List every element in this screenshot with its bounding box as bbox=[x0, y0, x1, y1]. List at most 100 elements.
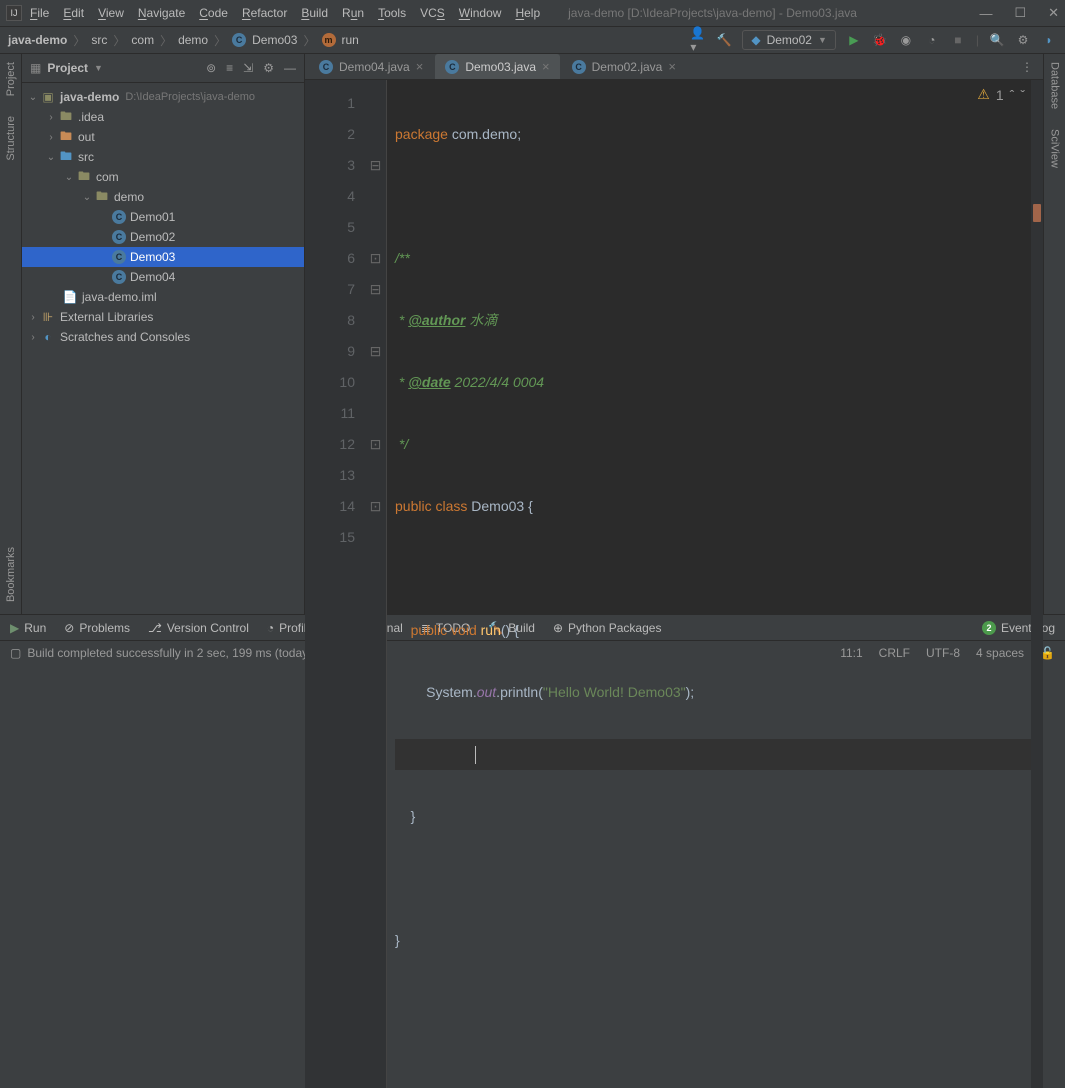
project-tool-tab[interactable]: Project bbox=[5, 62, 17, 96]
code-content[interactable]: package com.demo; /** * @author 水滴 * @da… bbox=[387, 80, 1043, 1088]
chevron-right-icon[interactable]: › bbox=[44, 112, 58, 123]
database-tool-tab[interactable]: Database bbox=[1049, 62, 1061, 109]
tree-src[interactable]: ⌄ 🖿 src bbox=[22, 147, 304, 167]
tab-demo02[interactable]: C Demo02.java × bbox=[562, 54, 686, 79]
menu-file[interactable]: File bbox=[30, 6, 49, 20]
chevron-right-icon: 〉 bbox=[214, 32, 226, 49]
close-tab-icon[interactable]: × bbox=[542, 59, 550, 74]
project-panel-title: Project bbox=[47, 61, 88, 75]
code-editor[interactable]: 1 2 3 4 5 6 7 8 9 10 11 12 13 14 15 ⊟ ⊡⊟… bbox=[305, 80, 1043, 1088]
editor-tabs: C Demo04.java × C Demo03.java × C Demo02… bbox=[305, 54, 1043, 80]
menu-build[interactable]: Build bbox=[301, 6, 328, 20]
minimize-button[interactable]: — bbox=[979, 6, 992, 21]
chevron-down-icon[interactable]: ˇ bbox=[1020, 87, 1025, 103]
run-config-selector[interactable]: ◆ Demo02 ▼ bbox=[742, 30, 836, 50]
tree-out[interactable]: › 🖿 out bbox=[22, 127, 304, 147]
tree-demo01[interactable]: C Demo01 bbox=[22, 207, 304, 227]
menu-refactor[interactable]: Refactor bbox=[242, 6, 287, 20]
add-user-icon[interactable]: 👤▾ bbox=[690, 32, 706, 48]
problems-tool[interactable]: ⊘Problems bbox=[64, 621, 130, 635]
close-tab-icon[interactable]: × bbox=[416, 59, 424, 74]
menu-view[interactable]: View bbox=[98, 6, 124, 20]
chevron-down-icon[interactable]: ⌄ bbox=[26, 92, 40, 103]
tree-scratches[interactable]: › ◐ Scratches and Consoles bbox=[22, 327, 304, 347]
run-button[interactable]: ▶ bbox=[846, 32, 862, 48]
settings-icon[interactable]: ⚙ bbox=[263, 61, 274, 75]
settings-icon[interactable]: ⚙ bbox=[1015, 32, 1031, 48]
chevron-right-icon: 〉 bbox=[113, 32, 125, 49]
stop-button[interactable]: ■ bbox=[950, 32, 966, 48]
chevron-down-icon[interactable]: ▼ bbox=[94, 63, 103, 73]
close-tab-icon[interactable]: × bbox=[668, 59, 676, 74]
profile-button[interactable]: ◔ bbox=[924, 32, 940, 48]
tree-demo03[interactable]: C Demo03 bbox=[22, 247, 304, 267]
run-icon: ▶ bbox=[10, 621, 19, 635]
tab-demo04[interactable]: C Demo04.java × bbox=[309, 54, 433, 79]
tab-demo03[interactable]: C Demo03.java × bbox=[435, 54, 559, 79]
chevron-right-icon[interactable]: › bbox=[44, 132, 58, 143]
tree-root[interactable]: ⌄ ▣ java-demo D:\IdeaProjects\java-demo bbox=[22, 87, 304, 107]
menu-navigate[interactable]: Navigate bbox=[138, 6, 185, 20]
tree-demo02[interactable]: C Demo02 bbox=[22, 227, 304, 247]
chevron-down-icon[interactable]: ⌄ bbox=[44, 152, 58, 163]
maximize-button[interactable]: ☐ bbox=[1014, 5, 1026, 21]
hide-panel-icon[interactable]: — bbox=[284, 61, 296, 75]
expand-all-icon[interactable]: ≡ bbox=[226, 61, 233, 75]
chevron-down-icon: ▼ bbox=[818, 35, 827, 45]
class-icon: C bbox=[112, 210, 126, 224]
folder-icon: 🖿 bbox=[58, 107, 74, 128]
breadcrumb[interactable]: java-demo 〉 src 〉 com 〉 demo 〉 C Demo03 … bbox=[8, 32, 359, 49]
build-icon[interactable]: 🔨 bbox=[716, 32, 732, 48]
collapse-all-icon[interactable]: ⇲ bbox=[243, 61, 253, 75]
menu-code[interactable]: Code bbox=[199, 6, 228, 20]
menu-help[interactable]: Help bbox=[515, 6, 540, 20]
inspection-indicators[interactable]: ⚠ 1 ˆ ˇ bbox=[977, 86, 1025, 103]
menu-tools[interactable]: Tools bbox=[378, 6, 406, 20]
bookmarks-tool-tab[interactable]: Bookmarks bbox=[5, 547, 17, 602]
crumb-com[interactable]: com bbox=[131, 33, 154, 47]
vcs-tool[interactable]: ⎇Version Control bbox=[148, 621, 249, 635]
chevron-down-icon[interactable]: ⌄ bbox=[80, 192, 94, 203]
status-icon[interactable]: ▢ bbox=[10, 646, 21, 660]
error-marker[interactable] bbox=[1033, 204, 1041, 222]
project-tree[interactable]: ⌄ ▣ java-demo D:\IdeaProjects\java-demo … bbox=[22, 83, 304, 614]
chevron-right-icon[interactable]: › bbox=[26, 332, 40, 343]
menu-vcs[interactable]: VCS bbox=[420, 6, 445, 20]
sciview-tool-tab[interactable]: SciView bbox=[1049, 129, 1061, 168]
method-icon: m bbox=[322, 33, 336, 47]
menu-edit[interactable]: Edit bbox=[63, 6, 84, 20]
chevron-up-icon[interactable]: ˆ bbox=[1010, 87, 1015, 103]
class-icon: C bbox=[445, 60, 459, 74]
class-icon: C bbox=[112, 270, 126, 284]
line-gutter[interactable]: 1 2 3 4 5 6 7 8 9 10 11 12 13 14 15 bbox=[305, 80, 365, 1088]
crumb-method[interactable]: run bbox=[342, 33, 359, 47]
crumb-root[interactable]: java-demo bbox=[8, 33, 67, 47]
tree-com[interactable]: ⌄ 🖿 com bbox=[22, 167, 304, 187]
menu-window[interactable]: Window bbox=[459, 6, 502, 20]
crumb-demo[interactable]: demo bbox=[178, 33, 208, 47]
learn-icon[interactable]: ◗ bbox=[1041, 32, 1057, 48]
chevron-down-icon[interactable]: ⌄ bbox=[62, 172, 76, 183]
editor-scrollbar[interactable] bbox=[1031, 80, 1043, 1088]
tree-demo04[interactable]: C Demo04 bbox=[22, 267, 304, 287]
crumb-src[interactable]: src bbox=[91, 33, 107, 47]
tree-iml[interactable]: 📄 java-demo.iml bbox=[22, 287, 304, 307]
structure-tool-tab[interactable]: Structure bbox=[5, 116, 17, 161]
more-tabs-icon[interactable]: ⋮ bbox=[1015, 60, 1039, 74]
chevron-right-icon[interactable]: › bbox=[26, 312, 40, 323]
run-tool[interactable]: ▶Run bbox=[10, 621, 46, 635]
close-button[interactable]: ✕ bbox=[1048, 5, 1059, 21]
profiler-icon: ◔ bbox=[267, 621, 274, 635]
tree-demo[interactable]: ⌄ 🖿 demo bbox=[22, 187, 304, 207]
tree-external-libs[interactable]: › ⊪ External Libraries bbox=[22, 307, 304, 327]
coverage-button[interactable]: ◉ bbox=[898, 32, 914, 48]
debug-button[interactable]: 🐞 bbox=[872, 32, 888, 48]
fold-gutter[interactable]: ⊟ ⊡⊟ ⊟ ⊡ ⊡ bbox=[365, 80, 387, 1088]
select-opened-file-icon[interactable]: ⊚ bbox=[206, 61, 216, 75]
menu-run[interactable]: Run bbox=[342, 6, 364, 20]
search-everywhere-icon[interactable]: 🔍 bbox=[989, 32, 1005, 48]
run-config-name: Demo02 bbox=[767, 33, 812, 47]
crumb-class[interactable]: Demo03 bbox=[252, 33, 297, 47]
tree-idea[interactable]: › 🖿 .idea bbox=[22, 107, 304, 127]
file-icon: 📄 bbox=[62, 290, 78, 304]
